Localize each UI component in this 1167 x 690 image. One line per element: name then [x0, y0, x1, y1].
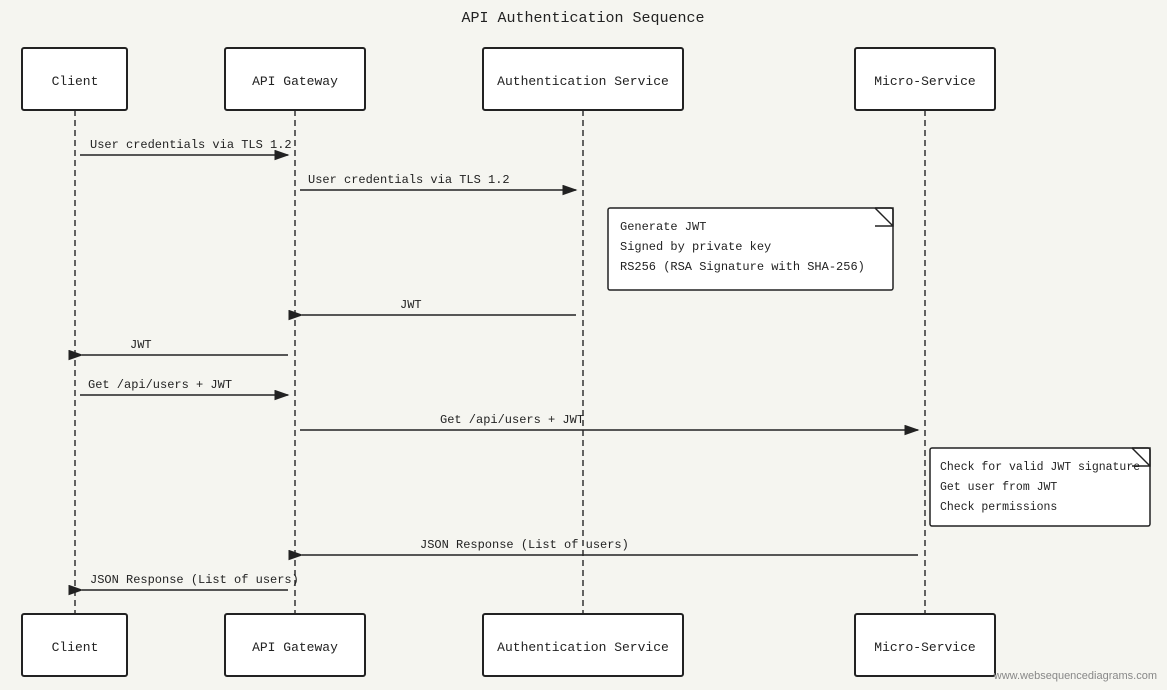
msg-7-label: JSON Response (List of users) — [420, 538, 629, 552]
note-jwt-line1: Generate JWT — [620, 220, 706, 234]
watermark: www.websequencediagrams.com — [994, 670, 1157, 682]
diagram-container: API Authentication Sequence Client API G… — [0, 0, 1167, 690]
actor-micro-top-label: Micro-Service — [874, 74, 975, 89]
note-jwt-line2: Signed by private key — [620, 240, 771, 254]
note-jwt-line3: RS256 (RSA Signature with SHA-256) — [620, 260, 865, 274]
actor-auth-bottom-label: Authentication Service — [497, 640, 669, 655]
note-check-line3: Check permissions — [940, 501, 1057, 514]
diagram-title: API Authentication Sequence — [461, 10, 704, 27]
sequence-diagram: API Authentication Sequence Client API G… — [0, 0, 1167, 690]
actor-client-top-label: Client — [52, 74, 99, 89]
note-check-line2: Get user from JWT — [940, 481, 1057, 494]
actor-auth-top-label: Authentication Service — [497, 74, 669, 89]
msg-5-label: Get /api/users + JWT — [88, 378, 232, 392]
note-check-line1: Check for valid JWT signature — [940, 461, 1140, 474]
msg-2-label: User credentials via TLS 1.2 — [308, 173, 510, 187]
actor-micro-bottom-label: Micro-Service — [874, 640, 975, 655]
msg-8-label: JSON Response (List of users) — [90, 573, 299, 587]
msg-1-label: User credentials via TLS 1.2 — [90, 138, 292, 152]
msg-3-label: JWT — [400, 298, 422, 312]
msg-4-label: JWT — [130, 338, 152, 352]
msg-6-label: Get /api/users + JWT — [440, 413, 584, 427]
actor-client-bottom-label: Client — [52, 640, 99, 655]
actor-gateway-top-label: API Gateway — [252, 74, 338, 89]
actor-gateway-bottom-label: API Gateway — [252, 640, 338, 655]
